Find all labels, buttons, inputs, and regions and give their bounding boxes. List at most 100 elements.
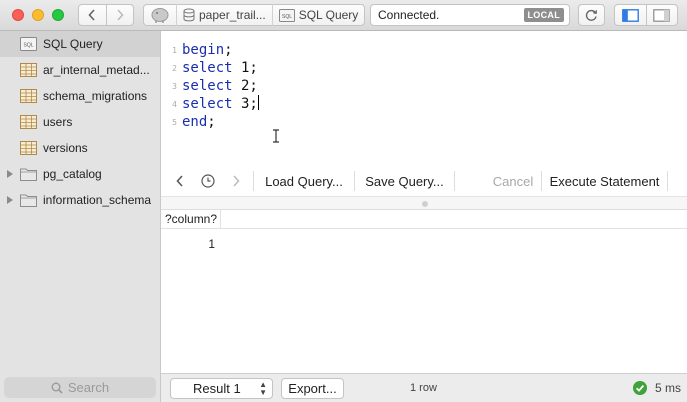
- code-text: 2;: [232, 78, 258, 94]
- drag-handle-icon[interactable]: [422, 201, 428, 207]
- sidebar-item-label: schema_migrations: [43, 89, 148, 103]
- back-button[interactable]: [79, 5, 106, 25]
- breadcrumb-database[interactable]: paper_trail...: [183, 8, 266, 22]
- table-icon: [20, 115, 37, 129]
- minimize-window-button[interactable]: [32, 9, 44, 21]
- sidebar-item-information-schema[interactable]: information_schema: [0, 187, 160, 213]
- cancel-button[interactable]: Cancel: [491, 170, 535, 192]
- sql-keyword: end: [182, 114, 208, 130]
- folder-icon: [20, 194, 37, 207]
- sidebar-item-schema-migrations[interactable]: schema_migrations: [0, 83, 160, 109]
- line-number: 5: [172, 118, 177, 127]
- breadcrumb-tab[interactable]: SQL SQL Query: [278, 8, 359, 22]
- search-icon: [51, 382, 63, 394]
- refresh-icon: [585, 9, 598, 21]
- query-toolbar: Load Query... Save Query... Cancel Execu…: [161, 166, 687, 197]
- results-table: ?column? 1: [161, 210, 687, 373]
- split-view-divider[interactable]: [161, 197, 687, 210]
- sql-keyword: select: [182, 60, 233, 76]
- save-query-button[interactable]: Save Query...: [355, 170, 454, 192]
- sidebar-item-label: information_schema: [43, 193, 152, 207]
- navigation-buttons: [78, 4, 134, 26]
- code-text: 3;: [232, 96, 258, 112]
- results-header: ?column?: [161, 210, 687, 229]
- column-header[interactable]: ?column?: [165, 210, 221, 228]
- line-number: 4: [172, 100, 177, 109]
- breadcrumb-database-label: paper_trail...: [199, 8, 266, 22]
- chevron-left-icon: [88, 9, 96, 21]
- sidebar-item-label: versions: [43, 141, 88, 155]
- results-footer: Result 1 ▲ ▼ Export... 1 row 5 ms: [161, 373, 687, 402]
- breadcrumb-tab-label: SQL Query: [298, 8, 359, 22]
- forward-button[interactable]: [105, 5, 133, 25]
- ibeam-cursor-icon: [273, 129, 279, 143]
- sql-icon-text: SQL: [282, 14, 292, 20]
- refresh-button[interactable]: [578, 4, 605, 26]
- sql-keyword: select: [182, 78, 233, 94]
- search-placeholder: Search: [67, 380, 110, 395]
- sidebar-item-ar-internal-metadata[interactable]: ar_internal_metad...: [0, 57, 160, 83]
- sidebar-item-label: ar_internal_metad...: [43, 63, 150, 77]
- code-text: 1;: [232, 60, 258, 76]
- sidebar-item-label: SQL Query: [43, 37, 103, 51]
- sidebar-item-label: users: [43, 115, 73, 129]
- chevron-left-icon: [176, 175, 183, 187]
- table-icon: [20, 63, 37, 77]
- code-line: begin;: [182, 41, 259, 59]
- sidebar-search-field[interactable]: Search: [4, 377, 156, 398]
- close-window-button[interactable]: [12, 9, 24, 21]
- execute-statement-button[interactable]: Execute Statement: [542, 170, 667, 192]
- sidebar-left-icon: [622, 8, 639, 22]
- next-query-button[interactable]: [222, 170, 250, 192]
- row-count: 1 row: [410, 382, 437, 394]
- export-button[interactable]: Export...: [281, 378, 344, 399]
- toggle-sidebar-button[interactable]: [615, 5, 646, 25]
- success-check-icon: [633, 381, 647, 395]
- postgres-elephant-icon[interactable]: [150, 7, 170, 23]
- line-number-gutter: 1 2 3 4 5: [161, 41, 177, 131]
- sql-keyword: select: [182, 96, 233, 112]
- connection-status-text: Connected.: [378, 8, 440, 22]
- local-badge: LOCAL: [523, 8, 564, 22]
- sidebar-item-pg-catalog[interactable]: pg_catalog: [0, 161, 160, 187]
- disclosure-triangle-icon[interactable]: [7, 196, 13, 204]
- sql-editor[interactable]: 1 2 3 4 5 begin; select 1; select 2; sel…: [161, 31, 687, 166]
- load-query-button[interactable]: Load Query...: [254, 170, 354, 192]
- sidebar: SQL SQL Query ar_internal_metad... schem…: [0, 31, 161, 402]
- line-number: 3: [172, 82, 177, 91]
- connection-status: Connected. LOCAL: [370, 4, 570, 26]
- result-set-value: Result 1: [193, 381, 241, 396]
- table-row[interactable]: 1: [161, 229, 687, 259]
- sidebar-right-icon: [653, 8, 671, 22]
- pane-toggle-group: [614, 4, 678, 26]
- updown-chevron-icon: ▲ ▼: [259, 380, 267, 397]
- line-number: 2: [172, 64, 177, 73]
- table-cell[interactable]: 1: [161, 237, 215, 251]
- sidebar-item-users[interactable]: users: [0, 109, 160, 135]
- code-text: ;: [224, 42, 233, 58]
- sidebar-item-label: pg_catalog: [43, 167, 102, 181]
- database-icon: [183, 8, 195, 22]
- code-line: select 3;: [182, 95, 259, 113]
- code-text: ;: [207, 114, 216, 130]
- sql-file-icon: SQL: [278, 8, 295, 22]
- line-number: 1: [172, 46, 177, 55]
- sql-keyword: begin: [182, 42, 225, 58]
- result-set-select[interactable]: Result 1 ▲ ▼: [170, 378, 273, 399]
- chevron-right-icon: [233, 175, 240, 187]
- previous-query-button[interactable]: [166, 170, 194, 192]
- title-bar: paper_trail... SQL SQL Query Connected. …: [0, 0, 687, 31]
- sidebar-item-sql-query[interactable]: SQL SQL Query: [0, 31, 160, 57]
- chevron-right-icon: [117, 9, 124, 21]
- sidebar-item-versions[interactable]: versions: [0, 135, 160, 161]
- code-line: select 2;: [182, 77, 259, 95]
- toggle-inspector-button[interactable]: [645, 5, 677, 25]
- table-icon: [20, 141, 37, 155]
- folder-icon: [20, 168, 37, 181]
- query-history-button[interactable]: [194, 170, 222, 192]
- sql-icon-text: SQL: [23, 43, 33, 49]
- disclosure-triangle-icon[interactable]: [7, 170, 13, 178]
- code-area[interactable]: begin; select 1; select 2; select 3; end…: [182, 41, 259, 131]
- zoom-window-button[interactable]: [52, 9, 64, 21]
- query-timing: 5 ms: [655, 381, 682, 395]
